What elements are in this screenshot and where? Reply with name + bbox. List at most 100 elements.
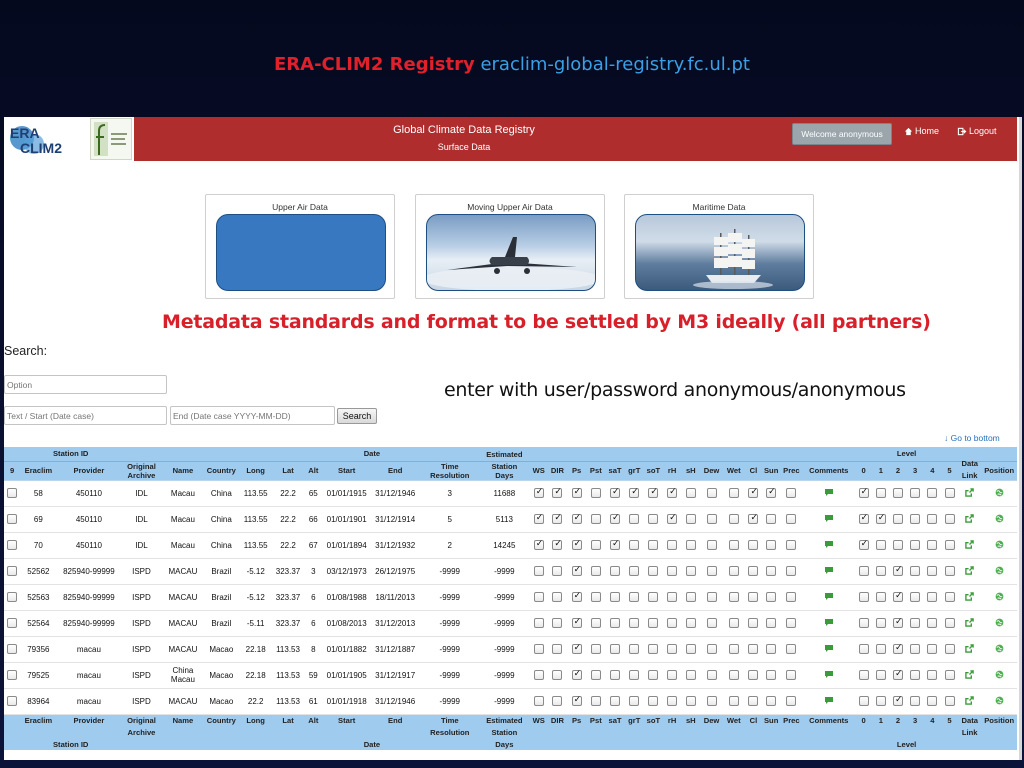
go-to-bottom-link[interactable]: ↓ Go to bottom	[944, 433, 1000, 443]
foot-col-level[interactable]: 0	[855, 714, 873, 726]
var-sh-checkbox[interactable]	[685, 644, 696, 654]
level-3-checkbox[interactable]	[910, 540, 921, 550]
var-ws-checkbox[interactable]	[533, 566, 544, 576]
welcome-user-button[interactable]: Welcome anonymous	[792, 123, 892, 145]
foot-col-var[interactable]: Cl	[744, 714, 763, 726]
row-select-checkbox[interactable]	[7, 488, 18, 498]
foot-col-var[interactable]: Pst	[586, 714, 606, 726]
level-0-checkbox[interactable]	[858, 566, 869, 576]
var-prec-checkbox[interactable]	[786, 592, 797, 602]
level-4-checkbox[interactable]	[927, 592, 938, 602]
var-sat-checkbox[interactable]	[610, 566, 621, 576]
external-link-icon[interactable]	[965, 617, 974, 627]
col-level[interactable]: 2	[889, 461, 907, 481]
col-var[interactable]: Sun	[762, 461, 781, 481]
globe-icon[interactable]	[995, 618, 1004, 627]
var-sot-checkbox[interactable]	[648, 592, 659, 602]
end-date-input[interactable]	[170, 406, 335, 425]
external-link-icon[interactable]	[965, 591, 974, 601]
var-dew-checkbox[interactable]	[706, 540, 717, 550]
foot-col-var[interactable]: Wet	[722, 714, 745, 726]
var-wet-checkbox[interactable]	[728, 618, 739, 628]
var-dew-checkbox[interactable]	[706, 618, 717, 628]
var-sh-checkbox[interactable]	[685, 670, 696, 680]
option-input[interactable]	[4, 375, 167, 394]
globe-icon[interactable]	[995, 540, 1004, 549]
comment-icon[interactable]	[824, 696, 833, 704]
foot-col-var[interactable]: WS	[529, 714, 548, 726]
foot-col-end[interactable]: End	[369, 714, 421, 726]
level-5-checkbox[interactable]	[944, 566, 955, 576]
var-pst-checkbox[interactable]	[590, 618, 601, 628]
col-level[interactable]: 5	[940, 461, 959, 481]
var-grt-checkbox[interactable]	[629, 696, 640, 706]
var-rh-checkbox[interactable]	[667, 618, 678, 628]
var-sat-checkbox[interactable]	[610, 538, 621, 550]
var-cl-checkbox[interactable]	[748, 512, 759, 524]
home-link[interactable]: Home	[904, 126, 939, 136]
var-grt-checkbox[interactable]	[629, 486, 640, 498]
var-ps-checkbox[interactable]	[571, 616, 582, 628]
var-sat-checkbox[interactable]	[610, 512, 621, 524]
var-sat-checkbox[interactable]	[610, 644, 621, 654]
var-dew-checkbox[interactable]	[706, 592, 717, 602]
foot-col-archive[interactable]: Original	[121, 714, 162, 726]
var-grt-checkbox[interactable]	[629, 644, 640, 654]
col-start[interactable]: Start	[323, 461, 370, 481]
col-var[interactable]: soT	[643, 461, 664, 481]
col-var[interactable]: Cl	[744, 461, 763, 481]
var-cl-checkbox[interactable]	[748, 644, 759, 654]
level-2-checkbox[interactable]	[892, 668, 903, 680]
var-dew-checkbox[interactable]	[706, 644, 717, 654]
var-rh-checkbox[interactable]	[667, 670, 678, 680]
comment-icon[interactable]	[824, 540, 833, 548]
var-dew-checkbox[interactable]	[706, 566, 717, 576]
var-pst-checkbox[interactable]	[590, 514, 601, 524]
level-1-checkbox[interactable]	[875, 696, 886, 706]
col-name[interactable]: Name	[161, 461, 205, 481]
col-var[interactable]: grT	[624, 461, 644, 481]
level-1-checkbox[interactable]	[875, 512, 886, 524]
level-1-checkbox[interactable]	[875, 488, 886, 498]
foot-col-time[interactable]: Time	[420, 714, 480, 726]
row-select-checkbox[interactable]	[7, 618, 18, 628]
var-ws-checkbox[interactable]	[533, 696, 544, 706]
var-sot-checkbox[interactable]	[648, 670, 659, 680]
var-cl-checkbox[interactable]	[748, 566, 759, 576]
var-pst-checkbox[interactable]	[590, 592, 601, 602]
col-archive[interactable]: Original Archive	[121, 461, 162, 481]
foot-col-name[interactable]: Name	[161, 714, 205, 726]
var-cl-checkbox[interactable]	[748, 670, 759, 680]
foot-col-alt[interactable]: Alt	[303, 714, 324, 726]
foot-col-var[interactable]: rH	[663, 714, 682, 726]
var-prec-checkbox[interactable]	[786, 670, 797, 680]
var-dir-checkbox[interactable]	[552, 566, 563, 576]
foot-col-var[interactable]: sH	[681, 714, 701, 726]
level-2-checkbox[interactable]	[892, 694, 903, 706]
level-2-checkbox[interactable]	[892, 564, 903, 576]
var-sun-checkbox[interactable]	[766, 592, 777, 602]
row-select-checkbox[interactable]	[7, 696, 18, 706]
var-sot-checkbox[interactable]	[648, 644, 659, 654]
var-grt-checkbox[interactable]	[629, 514, 640, 524]
level-0-checkbox[interactable]	[858, 618, 869, 628]
external-link-icon[interactable]	[965, 487, 974, 497]
var-ws-checkbox[interactable]	[533, 592, 544, 602]
var-ps-checkbox[interactable]	[571, 564, 582, 576]
var-sun-checkbox[interactable]	[766, 618, 777, 628]
col-estimated-days[interactable]: Estimated Station Days	[479, 450, 530, 481]
col-level[interactable]: 0	[855, 461, 873, 481]
level-3-checkbox[interactable]	[910, 644, 921, 654]
var-dew-checkbox[interactable]	[706, 670, 717, 680]
var-sun-checkbox[interactable]	[766, 566, 777, 576]
var-ws-checkbox[interactable]	[533, 618, 544, 628]
level-4-checkbox[interactable]	[927, 696, 938, 706]
col-position[interactable]: Position	[981, 461, 1017, 481]
var-ws-checkbox[interactable]	[533, 486, 544, 498]
comment-icon[interactable]	[824, 618, 833, 626]
col-var[interactable]: Wet	[722, 461, 745, 481]
var-dir-checkbox[interactable]	[552, 592, 563, 602]
col-var[interactable]: sH	[681, 461, 701, 481]
level-5-checkbox[interactable]	[944, 540, 955, 550]
col-var[interactable]: Dew	[700, 461, 723, 481]
